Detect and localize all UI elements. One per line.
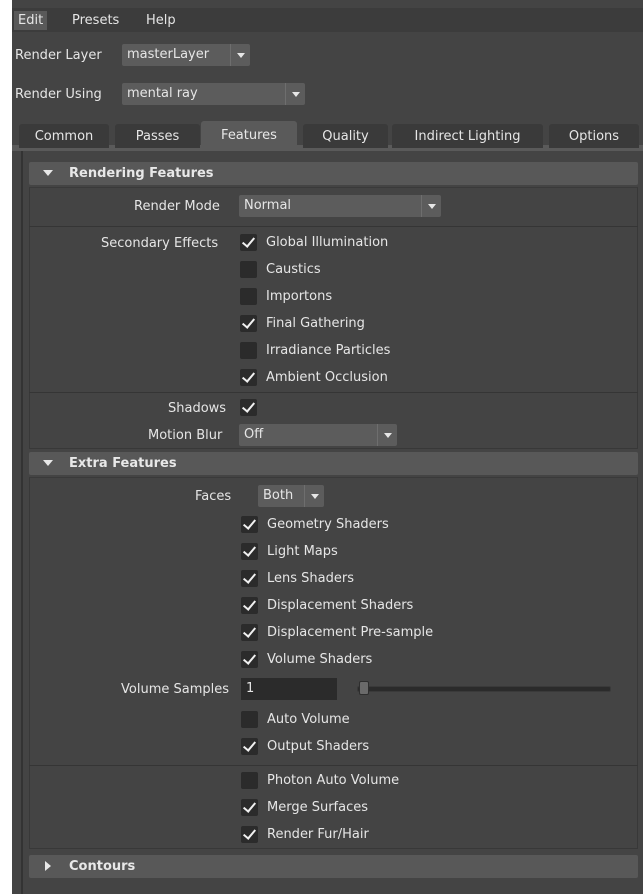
displacement-shaders-label: Displacement Shaders <box>267 598 414 613</box>
render-using-label: Render Using <box>15 87 102 102</box>
chevron-down-icon <box>421 195 441 217</box>
divider <box>29 392 638 393</box>
light-maps-label: Light Maps <box>267 544 338 559</box>
tab-quality[interactable]: Quality <box>303 124 388 148</box>
menu-help[interactable]: Help <box>142 11 180 30</box>
render-fur-hair-checkbox[interactable] <box>241 826 258 843</box>
faces-label: Faces <box>195 489 232 504</box>
chevron-down-icon <box>230 44 250 66</box>
extra-features-title: Extra Features <box>69 456 177 471</box>
triangle-right-icon <box>45 861 51 871</box>
render-layer-dropdown[interactable]: masterLayer <box>122 44 250 66</box>
divider <box>29 765 638 766</box>
rendering-features-title: Rendering Features <box>69 166 214 181</box>
chevron-down-icon <box>377 424 397 446</box>
divider <box>29 226 638 227</box>
rendering-features-header[interactable]: Rendering Features <box>29 162 638 185</box>
menu-presets[interactable]: Presets <box>68 11 123 30</box>
tab-indirect-lighting[interactable]: Indirect Lighting <box>392 124 543 148</box>
tab-common[interactable]: Common <box>19 124 109 148</box>
contours-title: Contours <box>69 859 136 874</box>
volume-shaders-label: Volume Shaders <box>267 652 373 667</box>
chevron-down-icon <box>304 485 324 507</box>
auto-volume-label: Auto Volume <box>267 712 350 727</box>
displacement-pre-sample-checkbox[interactable] <box>241 624 258 641</box>
triangle-down-icon <box>43 460 53 466</box>
contours-header[interactable]: Contours <box>29 855 638 878</box>
volume-samples-label: Volume Samples <box>121 682 229 697</box>
photon-auto-volume-label: Photon Auto Volume <box>267 773 400 788</box>
shadows-label: Shadows <box>168 401 227 416</box>
render-mode-dropdown[interactable]: Normal <box>239 195 441 217</box>
final-gathering-checkbox[interactable] <box>240 315 257 332</box>
menu-bar: Edit Presets Help <box>12 8 643 32</box>
irradiance-particles-checkbox[interactable] <box>240 342 257 359</box>
global-illumination-checkbox[interactable] <box>240 234 257 251</box>
render-mode-value: Normal <box>244 198 292 213</box>
caustics-checkbox[interactable] <box>240 261 257 278</box>
render-layer-label: Render Layer <box>15 48 102 63</box>
shadows-checkbox[interactable] <box>240 399 257 416</box>
chevron-down-icon <box>285 83 305 105</box>
ambient-occlusion-label: Ambient Occlusion <box>266 370 388 385</box>
geometry-shaders-checkbox[interactable] <box>241 516 258 533</box>
faces-value: Both <box>263 488 294 503</box>
render-fur-hair-label: Render Fur/Hair <box>267 827 369 842</box>
output-shaders-label: Output Shaders <box>267 739 370 754</box>
displacement-pre-sample-label: Displacement Pre-sample <box>267 625 434 640</box>
motion-blur-dropdown[interactable]: Off <box>239 424 397 446</box>
faces-dropdown[interactable]: Both <box>258 485 324 507</box>
render-layer-value: masterLayer <box>127 47 210 62</box>
tab-passes[interactable]: Passes <box>115 124 200 148</box>
motion-blur-label: Motion Blur <box>148 428 223 443</box>
volume-samples-slider-handle[interactable] <box>359 681 369 695</box>
render-using-value: mental ray <box>127 86 198 101</box>
tab-options[interactable]: Options <box>549 124 639 148</box>
extra-features-header[interactable]: Extra Features <box>29 452 638 475</box>
caustics-label: Caustics <box>266 262 321 277</box>
render-mode-label: Render Mode <box>134 199 220 214</box>
importons-label: Importons <box>266 289 333 304</box>
triangle-down-icon <box>43 170 53 176</box>
volume-shaders-checkbox[interactable] <box>241 651 258 668</box>
motion-blur-value: Off <box>244 427 264 442</box>
global-illumination-label: Global Illumination <box>266 235 389 250</box>
merge-surfaces-label: Merge Surfaces <box>267 800 369 815</box>
volume-samples-slider-track[interactable] <box>357 686 611 692</box>
lens-shaders-label: Lens Shaders <box>267 571 354 586</box>
photon-auto-volume-checkbox[interactable] <box>241 772 258 789</box>
final-gathering-label: Final Gathering <box>266 316 365 331</box>
light-maps-checkbox[interactable] <box>241 543 258 560</box>
output-shaders-checkbox[interactable] <box>241 738 258 755</box>
panel-frame-left <box>21 151 23 894</box>
render-using-dropdown[interactable]: mental ray <box>122 83 305 105</box>
secondary-effects-label: Secondary Effects <box>101 236 219 251</box>
lens-shaders-checkbox[interactable] <box>241 570 258 587</box>
irradiance-particles-label: Irradiance Particles <box>266 343 391 358</box>
auto-volume-checkbox[interactable] <box>241 711 258 728</box>
geometry-shaders-label: Geometry Shaders <box>267 517 389 532</box>
displacement-shaders-checkbox[interactable] <box>241 597 258 614</box>
importons-checkbox[interactable] <box>240 288 257 305</box>
menu-edit[interactable]: Edit <box>14 11 48 30</box>
render-settings-window: Edit Presets Help Render Layer masterLay… <box>12 0 643 894</box>
volume-samples-field[interactable]: 1 <box>241 678 337 700</box>
tab-features[interactable]: Features <box>201 121 297 151</box>
merge-surfaces-checkbox[interactable] <box>241 799 258 816</box>
ambient-occlusion-checkbox[interactable] <box>240 369 257 386</box>
